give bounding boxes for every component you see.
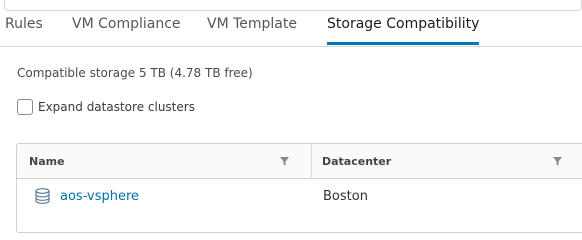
grid-header: Name Datacenter <box>17 144 582 179</box>
column-header-name[interactable]: Name <box>29 144 299 178</box>
datastore-icon <box>35 188 50 204</box>
table-row[interactable]: aos-vsphere Boston <box>17 179 582 213</box>
tab-bar: Rules VM Compliance VM Template Storage … <box>0 0 582 47</box>
expand-datastore-clusters-checkbox[interactable] <box>17 99 33 115</box>
cell-name: aos-vsphere <box>35 179 139 213</box>
compatible-storage-summary: Compatible storage 5 TB (4.78 TB free) <box>17 66 253 80</box>
datastore-link[interactable]: aos-vsphere <box>60 189 139 204</box>
column-divider[interactable] <box>311 144 312 178</box>
tab-storage-compatibility[interactable]: Storage Compatibility <box>327 16 480 45</box>
filter-icon[interactable] <box>280 157 289 166</box>
column-header-name-label: Name <box>29 154 65 168</box>
expand-datastore-clusters-label[interactable]: Expand datastore clusters <box>38 100 195 114</box>
column-header-datacenter-label: Datacenter <box>322 154 392 168</box>
storage-compatibility-panel: Rules VM Compliance VM Template Storage … <box>0 0 582 233</box>
tab-rules[interactable]: Rules <box>5 16 43 44</box>
column-header-datacenter[interactable]: Datacenter <box>322 144 582 178</box>
expand-datastore-clusters-option[interactable]: Expand datastore clusters <box>17 99 195 115</box>
filter-icon[interactable] <box>553 157 562 166</box>
datastore-grid: Name Datacenter aos-vsphere Boston <box>16 143 582 233</box>
cell-datacenter: Boston <box>323 188 368 204</box>
tab-vm-template[interactable]: VM Template <box>207 16 297 44</box>
tab-vm-compliance[interactable]: VM Compliance <box>72 16 181 44</box>
